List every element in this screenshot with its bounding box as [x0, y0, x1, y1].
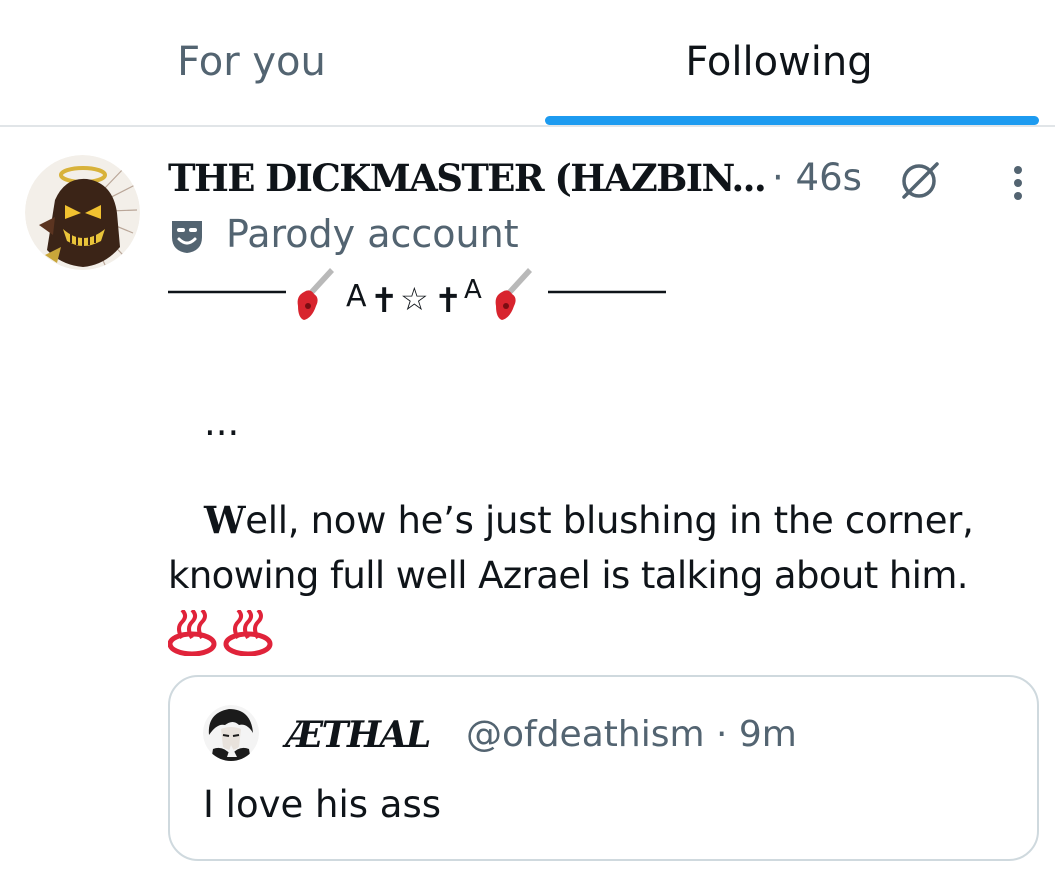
quoted-author-avatar	[203, 705, 259, 761]
quoted-handle-time: @ofdeathism · 9m	[466, 714, 797, 755]
svg-text:☆: ☆	[400, 280, 429, 318]
tab-for-you[interactable]: For you	[0, 0, 503, 125]
post-text-line-1: Well, now he’s just blushing in the corn…	[204, 492, 974, 549]
svg-text:A: A	[464, 275, 482, 305]
post-text-ellipsis: ...	[204, 401, 240, 444]
author-display-name[interactable]: THE DICKMASTER (HAZBIN...	[168, 154, 767, 202]
author-avatar[interactable]	[25, 155, 140, 270]
post-timestamp[interactable]: · 46s	[772, 154, 862, 202]
post-text-line-1-rest: ell, now he’s just blushing in the corne…	[245, 499, 974, 542]
parody-account-text: Parody account	[226, 212, 519, 256]
theater-mask-icon	[168, 217, 206, 255]
timeline-tabs: For you Following	[0, 0, 1055, 127]
svg-text:A: A	[346, 279, 367, 314]
selected-tab-indicator	[545, 116, 1039, 125]
post-text-line-2: knowing full well Azrael is talking abou…	[168, 554, 969, 597]
more-options-button[interactable]	[998, 158, 1038, 202]
quoted-post-text: I love his ass	[203, 783, 442, 826]
tab-following-label: Following	[685, 39, 873, 85]
post-decoration-line: A ✝ ☆ ✝ A	[168, 262, 668, 324]
svg-text:✝: ✝	[434, 281, 463, 321]
tab-for-you-label: For you	[177, 39, 326, 85]
svg-text:✝: ✝	[370, 281, 399, 321]
post-text-initial: W	[204, 498, 246, 542]
vertical-dots-icon	[1014, 166, 1022, 200]
quoted-display-name: ÆTHAL	[286, 714, 431, 756]
quoted-post-card[interactable]: ÆTHAL @ofdeathism · 9m I love his ass	[168, 675, 1039, 861]
hot-springs-emoji	[167, 608, 278, 657]
grok-slash-icon[interactable]	[898, 158, 942, 202]
tab-following[interactable]: Following	[503, 0, 1055, 125]
quoted-avatar-image	[203, 705, 259, 761]
post-header: THE DICKMASTER (HAZBIN... · 46s	[168, 150, 1048, 206]
avatar-image	[25, 155, 140, 270]
